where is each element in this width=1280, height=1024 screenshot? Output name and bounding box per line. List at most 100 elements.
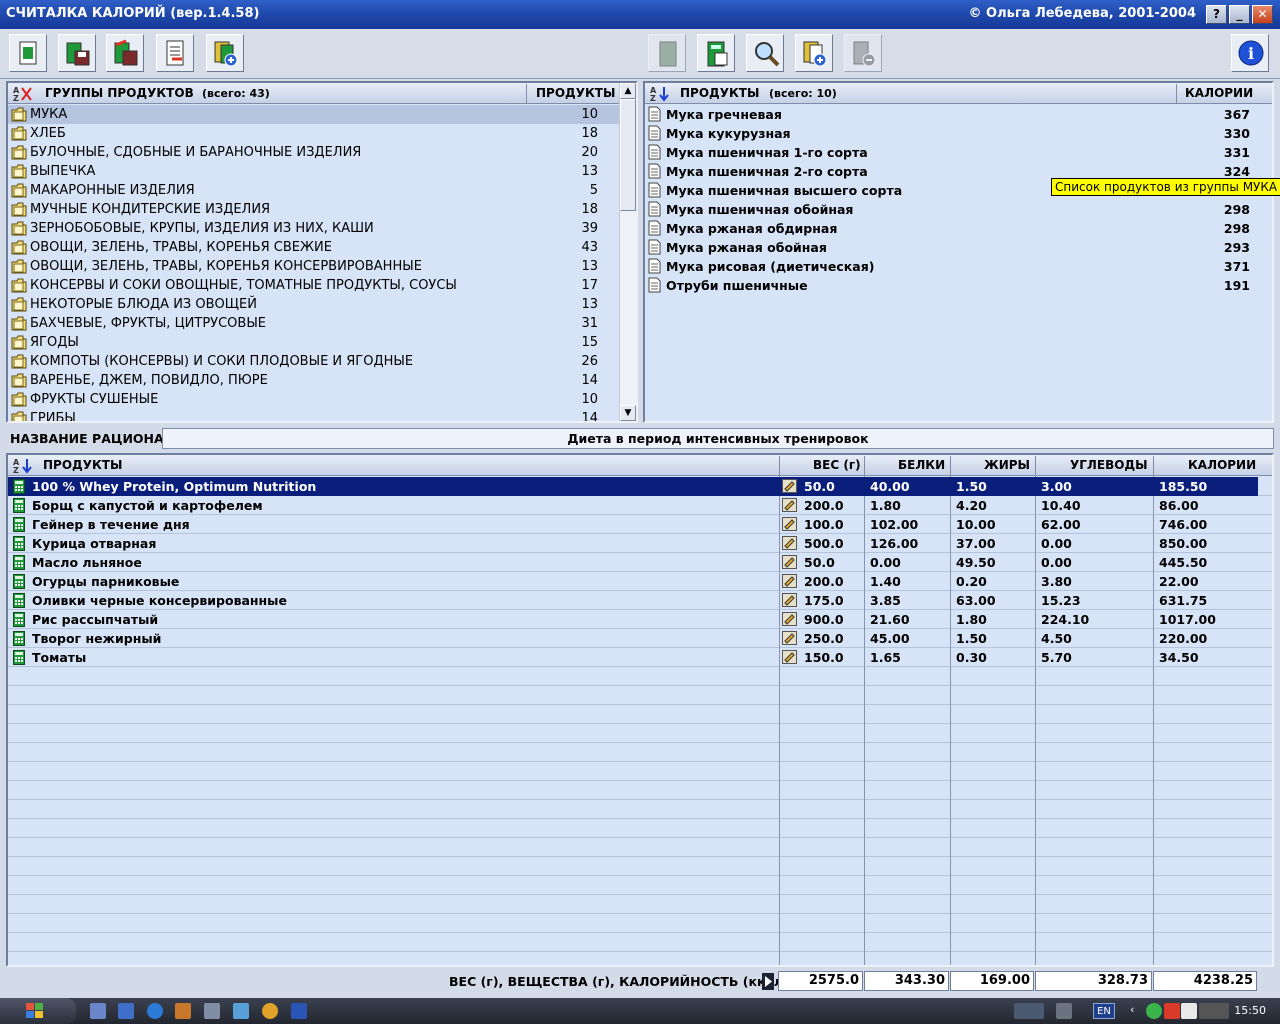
- media-icon[interactable]: [233, 1003, 249, 1019]
- ration-row[interactable]: 100 % Whey Protein, Optimum Nutrition 50.…: [8, 477, 1258, 496]
- scroll-thumb[interactable]: [620, 99, 636, 211]
- calorie-app-task-icon[interactable]: [1014, 1003, 1044, 1019]
- edit-weight-icon[interactable]: [782, 498, 797, 512]
- product-row[interactable]: Мука кукурузная 330: [645, 124, 1272, 143]
- group-row[interactable]: ОВОЩИ, ЗЕЛЕНЬ, ТРАВЫ, КОРЕНЬЯ СВЕЖИЕ 43: [8, 238, 620, 257]
- archive-icon[interactable]: [175, 1003, 191, 1019]
- ration-carbs: 0.00: [1041, 555, 1072, 570]
- group-name: МАКАРОННЫЕ ИЗДЕЛИЯ: [30, 183, 195, 198]
- ration-row[interactable]: Томаты 150.0 1.65 0.30 5.70 34.50: [8, 648, 1258, 667]
- ration-row[interactable]: Оливки черные консервированные 175.0 3.85 6…: [8, 591, 1258, 610]
- group-row[interactable]: ВЫПЕЧКА 13: [8, 162, 620, 181]
- add-product-button[interactable]: [795, 34, 833, 72]
- help-button[interactable]: ?: [1206, 5, 1227, 24]
- folder-icon: [11, 354, 27, 369]
- edit-product-button[interactable]: [648, 34, 686, 72]
- group-row[interactable]: НЕКОТОРЫЕ БЛЮДА ИЗ ОВОЩЕЙ 13: [8, 295, 620, 314]
- edit-weight-icon[interactable]: [782, 479, 797, 493]
- ration-protein: 40.00: [870, 479, 910, 494]
- groups-header-title[interactable]: ГРУППЫ ПРОДУКТОВ: [45, 86, 194, 100]
- ration-row[interactable]: Огурцы парниковые 200.0 1.40 0.20 3.80 22.00: [8, 572, 1258, 591]
- tool-icon[interactable]: [204, 1003, 220, 1019]
- product-card-button[interactable]: [697, 34, 735, 72]
- total-protein: 343.30: [864, 971, 949, 991]
- tray-icon[interactable]: [1056, 1003, 1072, 1019]
- network-icon[interactable]: [1146, 1003, 1162, 1019]
- sort-az-icon[interactable]: A Z: [13, 85, 35, 102]
- minimize-button[interactable]: _: [1229, 5, 1250, 24]
- grid-line: [8, 780, 1272, 781]
- edit-weight-icon[interactable]: [782, 612, 797, 626]
- group-count: 20: [581, 145, 598, 160]
- group-row[interactable]: ЗЕРНОБОБОВЫЕ, КРУПЫ, ИЗДЕЛИЯ ИЗ НИХ, КАШ…: [8, 219, 620, 238]
- group-row[interactable]: ФРУКТЫ СУШЕНЫЕ 10: [8, 390, 620, 409]
- keyboard-layout-icon[interactable]: [1199, 1003, 1229, 1019]
- tray-chevron-icon[interactable]: ‹: [1130, 1003, 1146, 1019]
- edit-weight-icon[interactable]: [782, 593, 797, 607]
- edit-weight-icon[interactable]: [782, 536, 797, 550]
- groups-scrollbar[interactable]: ▲ ▼: [619, 83, 636, 421]
- ration-product-name: Рис рассыпчатый: [32, 612, 159, 627]
- group-row[interactable]: ВАРЕНЬЕ, ДЖЕМ, ПОВИДЛО, ПЮРЕ 14: [8, 371, 620, 390]
- new-ration-button[interactable]: [9, 34, 47, 72]
- ration-row[interactable]: Рис рассыпчатый 900.0 21.60 1.80 224.10 1017.…: [8, 610, 1258, 629]
- group-row[interactable]: МУЧНЫЕ КОНДИТЕРСКИЕ ИЗДЕЛИЯ 18: [8, 200, 620, 219]
- volume-icon[interactable]: [1181, 1003, 1197, 1019]
- ration-table: A Z ПРОДУКТЫ ВЕС (г) БЕЛКИ ЖИРЫ УГЛЕВОДЫ…: [6, 453, 1274, 967]
- edit-weight-icon[interactable]: [782, 650, 797, 664]
- search-button[interactable]: [746, 34, 784, 72]
- product-row[interactable]: Мука ржаная обдирная 298: [645, 219, 1272, 238]
- start-button[interactable]: [0, 998, 76, 1024]
- about-button[interactable]: i: [1231, 34, 1269, 72]
- ration-fat: 1.80: [956, 612, 987, 627]
- ration-carbs: 15.23: [1041, 593, 1081, 608]
- products-header-calories[interactable]: КАЛОРИИ: [1185, 86, 1253, 100]
- ration-row[interactable]: Курица отварная 500.0 126.00 37.00 0.00 850.0…: [8, 534, 1258, 553]
- ration-row[interactable]: Борщ с капустой и картофелем 200.0 1.80 4.2…: [8, 496, 1258, 515]
- ration-row[interactable]: Масло льняное 50.0 0.00 49.50 0.00 445.50: [8, 553, 1258, 572]
- group-row[interactable]: ОВОЩИ, ЗЕЛЕНЬ, ТРАВЫ, КОРЕНЬЯ КОНСЕРВИРО…: [8, 257, 620, 276]
- products-header-title[interactable]: ПРОДУКТЫ: [680, 86, 759, 100]
- save-ration-button[interactable]: [58, 34, 96, 72]
- ration-row[interactable]: Гейнер в течение дня 100.0 102.00 10.00 62.0…: [8, 515, 1258, 534]
- product-row[interactable]: Отруби пшеничные 191: [645, 276, 1272, 295]
- report-button[interactable]: [156, 34, 194, 72]
- groups-header-products[interactable]: ПРОДУКТЫ: [536, 86, 615, 100]
- windows-logo-icon: [26, 1003, 43, 1018]
- group-row[interactable]: МУКА 10: [8, 105, 620, 124]
- group-row[interactable]: БУЛОЧНЫЕ, СДОБНЫЕ И БАРАНОЧНЫЕ ИЗДЕЛИЯ 20: [8, 143, 620, 162]
- product-row[interactable]: Мука пшеничная обойная 298: [645, 200, 1272, 219]
- group-row[interactable]: КОНСЕРВЫ И СОКИ ОВОЩНЫЕ, ТОМАТНЫЕ ПРОДУК…: [8, 276, 620, 295]
- product-row[interactable]: Мука рисовая (диетическая) 371: [645, 257, 1272, 276]
- language-indicator[interactable]: EN: [1093, 1003, 1115, 1019]
- clock-app-icon[interactable]: [262, 1003, 278, 1019]
- edit-weight-icon[interactable]: [782, 555, 797, 569]
- group-row[interactable]: КОМПОТЫ (КОНСЕРВЫ) И СОКИ ПЛОДОВЫЕ И ЯГО…: [8, 352, 620, 371]
- browser-icon[interactable]: [147, 1003, 163, 1019]
- product-row[interactable]: Мука гречневая 367: [645, 105, 1272, 124]
- group-row[interactable]: ЯГОДЫ 15: [8, 333, 620, 352]
- show-desktop-icon[interactable]: [90, 1003, 106, 1019]
- sort-az-icon[interactable]: A Z: [650, 85, 672, 102]
- scroll-up-arrow-icon[interactable]: ▲: [620, 83, 636, 99]
- word-icon[interactable]: [291, 1003, 307, 1019]
- scroll-down-arrow-icon[interactable]: ▼: [620, 405, 636, 421]
- product-row[interactable]: Мука пшеничная 1-го сорта 331: [645, 143, 1272, 162]
- explorer-icon[interactable]: [118, 1003, 134, 1019]
- edit-weight-icon[interactable]: [782, 517, 797, 531]
- ration-row[interactable]: Творог нежирный 250.0 45.00 1.50 4.50 220.00: [8, 629, 1258, 648]
- document-icon: [648, 163, 661, 179]
- ration-name-input[interactable]: Диета в период интенсивных тренировок: [162, 428, 1274, 449]
- close-button[interactable]: ✕: [1252, 5, 1273, 24]
- save-as-button[interactable]: [106, 34, 144, 72]
- product-row[interactable]: Мука ржаная обойная 293: [645, 238, 1272, 257]
- add-to-ration-button[interactable]: [206, 34, 244, 72]
- group-row[interactable]: МАКАРОННЫЕ ИЗДЕЛИЯ 5: [8, 181, 620, 200]
- group-row[interactable]: ХЛЕБ 18: [8, 124, 620, 143]
- group-row[interactable]: ГРИБЫ 14: [8, 409, 620, 421]
- edit-weight-icon[interactable]: [782, 631, 797, 645]
- remove-product-button[interactable]: [844, 34, 882, 72]
- group-row[interactable]: БАХЧЕВЫЕ, ФРУКТЫ, ЦИТРУСОВЫЕ 31: [8, 314, 620, 333]
- antivirus-icon[interactable]: [1164, 1003, 1180, 1019]
- edit-weight-icon[interactable]: [782, 574, 797, 588]
